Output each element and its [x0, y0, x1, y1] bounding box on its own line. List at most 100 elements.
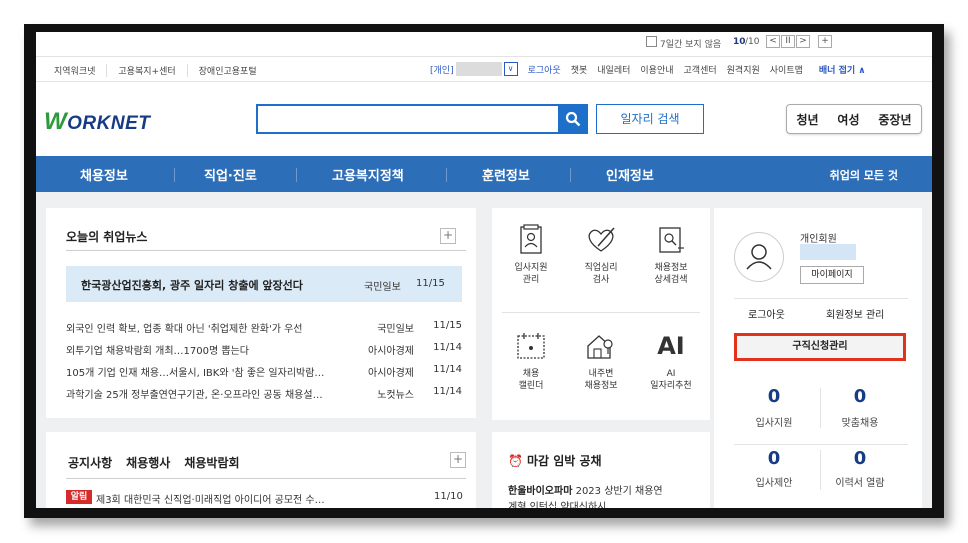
featured-news[interactable]: 한국광산업진흥회, 광주 일자리 창출에 앞장선다 국민일보 11/15 — [66, 266, 462, 302]
nav-career[interactable]: 직업·진로 — [204, 165, 257, 184]
banner-next-button[interactable]: > — [796, 35, 810, 48]
news-item[interactable]: 외투기업 채용박람회 개최…1700명 뽑는다 아시아경제 11/14 — [66, 342, 462, 357]
remote-support-link[interactable]: 원격지원 — [727, 63, 760, 76]
logout-link[interactable]: 로그아웃 — [528, 63, 561, 76]
chatbot-link[interactable]: 챗봇 — [571, 63, 588, 76]
news-item-date: 11/14 — [433, 364, 462, 375]
deadline-item[interactable]: 한울바이오파마 2023 상반기 채용연 — [508, 482, 663, 497]
service-label: 캘린더 — [518, 381, 544, 391]
deadline-card: ⏰ 마감 임박 공채 한울바이오파마 2023 상반기 채용연 계형 인턴십 약대… — [492, 432, 710, 508]
service-label: 채용정보 — [584, 381, 618, 391]
stat-hdivider — [734, 444, 908, 445]
sitemap-link[interactable]: 사이트맵 — [770, 63, 803, 76]
notice-more-button[interactable]: + — [450, 452, 466, 468]
mypage-button[interactable]: 마이페이지 — [800, 266, 864, 284]
news-item[interactable]: 과학기술 25개 정부출연연구기관, 온·오프라인 공동 채용설… 노컷뉴스 1… — [66, 386, 462, 401]
stat-offers-label: 입사제안 — [755, 478, 793, 489]
job-application-manage-button[interactable]: 구직신청관리 — [734, 333, 906, 361]
resume-icon — [520, 224, 542, 254]
hide-7days-checkbox[interactable] — [646, 36, 657, 47]
service-label: 검사 — [592, 275, 610, 285]
member-logout-link[interactable]: 로그아웃 — [748, 306, 785, 321]
nav-all-about-jobs[interactable]: 취업의 모든 것 — [830, 167, 898, 183]
ai-icon: AI — [657, 332, 685, 360]
service-job-calendar[interactable]: 채용 캘린더 — [496, 330, 566, 392]
service-detail-search[interactable]: 채용정보 상세검색 — [636, 224, 706, 286]
news-more-button[interactable]: + — [440, 228, 456, 244]
stat-offers-value[interactable]: 0 — [734, 448, 814, 469]
job-search-button[interactable]: 일자리 검색 — [596, 104, 704, 134]
nav-training[interactable]: 훈련정보 — [482, 165, 530, 184]
deadline-title-text: 마감 임박 공채 — [526, 454, 602, 468]
news-item-title: 과학기술 25개 정부출연연구기관, 온·오프라인 공동 채용설… — [66, 390, 323, 401]
segment-youth[interactable]: 청년 — [796, 111, 818, 128]
segment-women[interactable]: 여성 — [837, 111, 859, 128]
quick-services-card: 입사지원 관리 직업심리 검사 채용정보 상세검색 채용 캘린더 내주변 채용정… — [492, 208, 710, 420]
nav-welfare-policy[interactable]: 고용복지정책 — [332, 165, 404, 184]
stat-resume-views-label: 이력서 열람 — [835, 478, 885, 489]
banner-pause-button[interactable]: II — [781, 35, 795, 48]
user-menu-chevron-icon[interactable]: ∨ — [503, 62, 518, 76]
member-info-manage-link[interactable]: 회원정보 관리 — [826, 306, 884, 321]
news-item[interactable]: 외국인 인력 확보, 업종 확대 아닌 '취업제한 완화'가 우선 국민일보 1… — [66, 320, 462, 335]
notice-item-title[interactable]: 제3회 대한민국 신직업·미래직업 아이디어 공모전 수… — [96, 491, 325, 506]
stat-matched-jobs-label: 맞춤채용 — [841, 418, 879, 429]
logo-text: ORKNET — [67, 113, 151, 134]
notice-item-date: 11/10 — [434, 491, 463, 502]
service-nearby-jobs[interactable]: 내주변 채용정보 — [566, 330, 636, 392]
link-welfare-center[interactable]: 고용복지+센터 — [107, 64, 188, 77]
stat-applications-value[interactable]: 0 — [734, 386, 814, 407]
alert-badge: 알림 — [66, 490, 92, 504]
banner-prev-button[interactable]: < — [766, 35, 780, 48]
news-item-title: 외투기업 채용박람회 개최…1700명 뽑는다 — [66, 346, 249, 357]
banner-page-total: /10 — [745, 37, 760, 47]
browser-viewport: 7일간 보지 않음 10 /10 < II > + 지역워크넷 고용복지+센터 … — [36, 32, 932, 508]
member-divider — [734, 298, 908, 299]
service-psych-test[interactable]: 직업심리 검사 — [566, 224, 636, 286]
search-input[interactable] — [256, 104, 562, 134]
segment-middle-aged[interactable]: 중장년 — [878, 111, 911, 128]
stat-resume-views-value[interactable]: 0 — [820, 448, 900, 469]
service-label: 상세검색 — [654, 275, 688, 285]
deadline-title: ⏰ 마감 임박 공채 — [508, 452, 602, 469]
nav-talent[interactable]: 인재정보 — [606, 165, 654, 184]
news-item-source: 아시아경제 — [368, 368, 414, 379]
worknet-logo[interactable]: WORKNET — [44, 108, 150, 136]
search-button[interactable] — [558, 104, 588, 134]
news-item-date: 11/14 — [433, 342, 462, 353]
banner-toggle-button[interactable]: 배너 접기 ∧ — [819, 63, 866, 76]
nav-job-info[interactable]: 채용정보 — [80, 165, 128, 184]
stat-matched-jobs-value[interactable]: 0 — [820, 386, 900, 407]
banner-page-current: 10 — [733, 37, 746, 47]
banner-control-bar: 7일간 보지 않음 10 /10 < II > + — [36, 32, 932, 54]
featured-news-title: 한국광산업진흥회, 광주 일자리 창출에 앞장선다 — [81, 279, 303, 292]
tab-job-fairs[interactable]: 채용박람회 — [184, 454, 239, 471]
alarm-clock-icon: ⏰ — [508, 454, 523, 468]
customer-center-link[interactable]: 고객센터 — [684, 63, 717, 76]
guide-link[interactable]: 이용안내 — [640, 63, 673, 76]
link-disability-portal[interactable]: 장애인고용포털 — [188, 64, 268, 77]
hide-7days-label: 7일간 보지 않음 — [660, 40, 722, 50]
news-divider — [66, 250, 466, 251]
target-group-selector: 청년 여성 중장년 — [786, 104, 922, 134]
banner-add-button[interactable]: + — [818, 35, 832, 48]
news-item-title: 105개 기업 인재 채용…서울시, IBK와 '참 좋은 일자리박람… — [66, 368, 325, 379]
tab-job-events[interactable]: 채용행사 — [126, 454, 170, 471]
news-item-source: 국민일보 — [377, 324, 414, 335]
newsletter-link[interactable]: 내일레터 — [597, 63, 630, 76]
deadline-desc: 2023 상반기 채용연 — [572, 486, 663, 497]
user-name-masked — [455, 62, 502, 76]
member-card: 개인회원 마이페이지 로그아웃 회원정보 관리 구직신청관리 0 입사지원 0 … — [714, 208, 922, 508]
link-regional-worknet[interactable]: 지역워크넷 — [54, 64, 108, 77]
tab-notices[interactable]: 공지사항 — [68, 454, 112, 471]
heart-pen-icon — [588, 227, 615, 252]
news-item-date: 11/15 — [433, 320, 462, 331]
news-item[interactable]: 105개 기업 인재 채용…서울시, IBK와 '참 좋은 일자리박람… 아시아… — [66, 364, 462, 379]
news-item-source: 아시아경제 — [368, 346, 414, 357]
service-application-manage[interactable]: 입사지원 관리 — [496, 224, 566, 286]
calendar-icon — [517, 333, 545, 359]
service-label: 직업심리 — [584, 263, 618, 273]
service-label: 관리 — [522, 275, 540, 285]
service-ai-recommend[interactable]: AI AI 일자리추천 — [636, 330, 706, 392]
nav-divider — [174, 168, 175, 182]
